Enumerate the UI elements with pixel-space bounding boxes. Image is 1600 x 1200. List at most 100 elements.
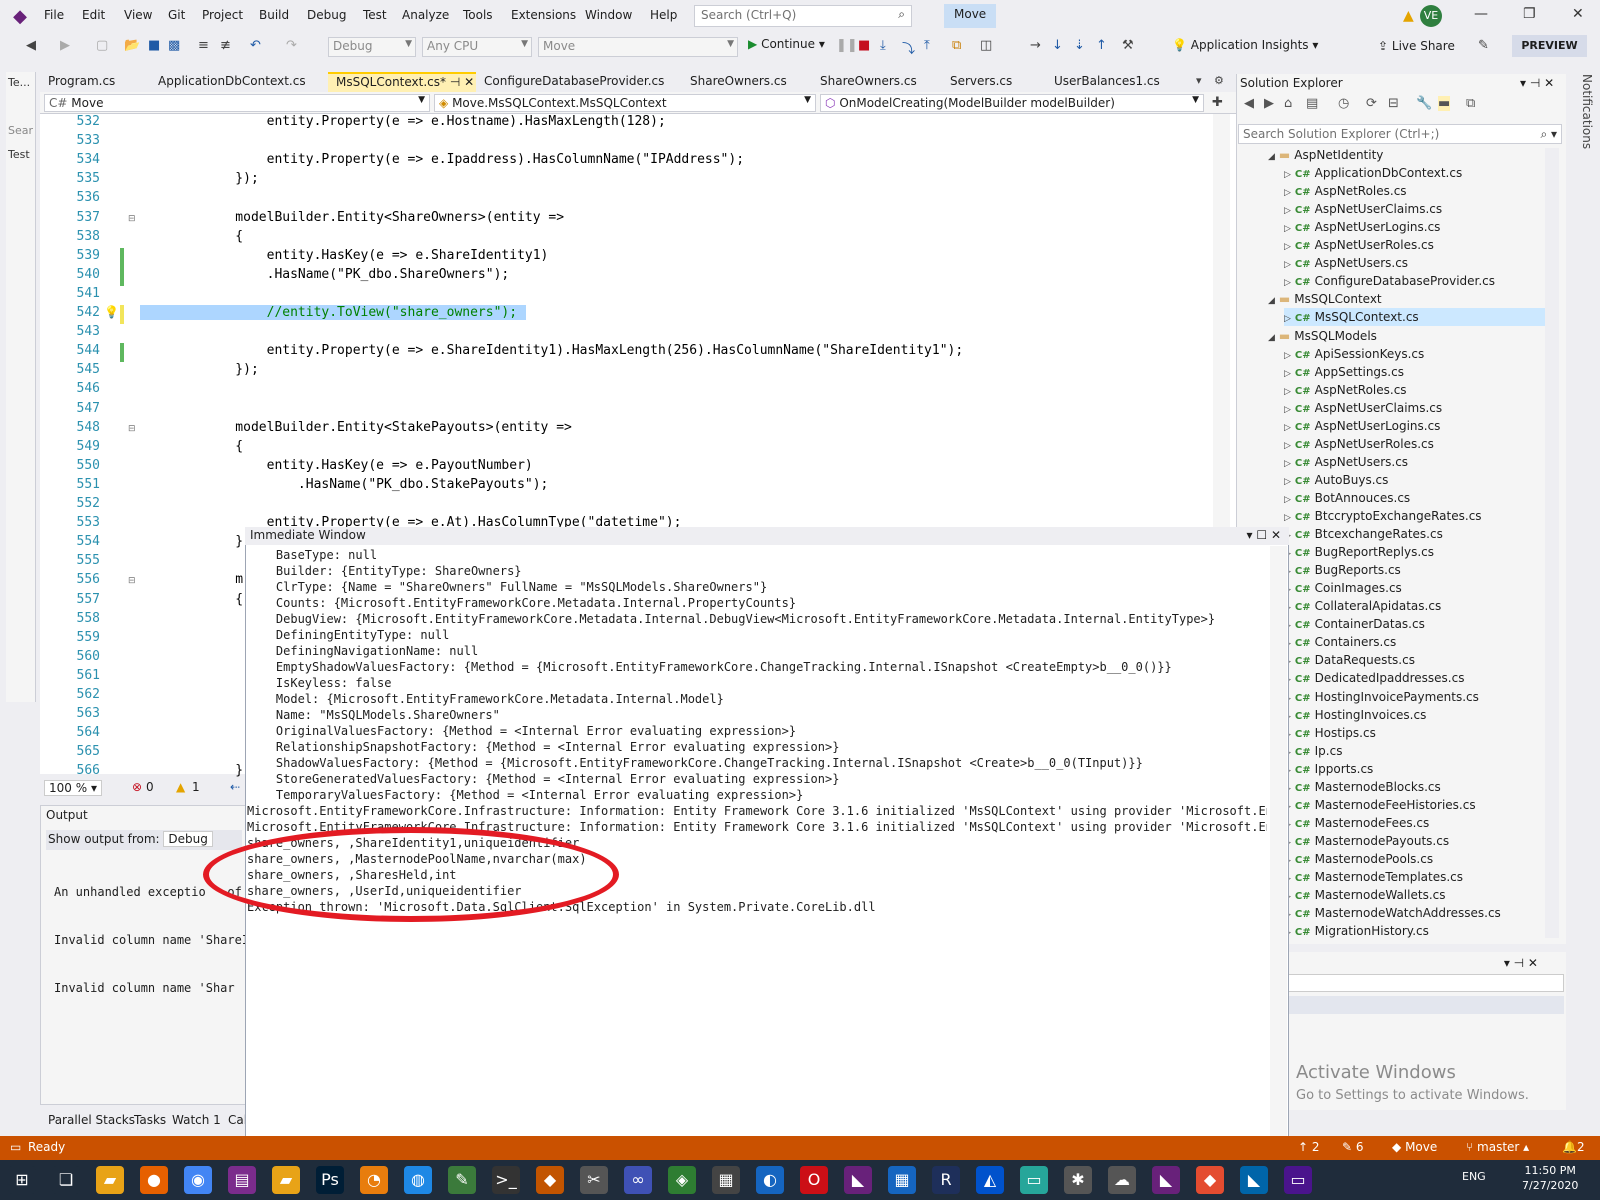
menu-file[interactable]: File (44, 8, 64, 22)
menu-view[interactable]: View (124, 8, 152, 22)
new-project-icon[interactable]: ▢ (96, 38, 108, 53)
tree-file[interactable]: ▷ C# AspNetUsers.cs (1284, 453, 1408, 471)
tree-file[interactable]: ▷ C# AutoBuys.cs (1284, 471, 1388, 489)
close-icon[interactable]: ✕ (1572, 6, 1584, 22)
code-line[interactable]: entity.HasKey(e => e.ShareIdentity1) (204, 248, 549, 263)
preview-button[interactable]: PREVIEW (1512, 35, 1587, 57)
class-dropdown[interactable]: ◈ Move.MsSQLContext.MsSQLContext ▼ (434, 94, 816, 112)
expand-arrow-icon[interactable]: ▷ (1284, 188, 1291, 198)
expanded-arrow-icon[interactable]: ◢ (1268, 333, 1275, 343)
step-down-icon[interactable]: ↓ (1052, 38, 1063, 53)
settings-gear-icon[interactable]: ⚙ (1214, 74, 1224, 87)
photoshop-icon[interactable]: Ps (316, 1166, 344, 1194)
lightbulb-icon[interactable]: 💡 (104, 305, 119, 319)
expand-arrow-icon[interactable]: ▷ (1284, 423, 1291, 433)
continue-button[interactable]: ▶ Continue ▾ (748, 37, 825, 51)
startup-project-select[interactable]: Move ▼ (538, 37, 738, 57)
tree-file[interactable]: ▷C#DataRequests.cs (1284, 651, 1415, 669)
menu-help[interactable]: Help (650, 8, 677, 22)
pause-icon[interactable]: ❚❚ (836, 38, 858, 53)
tree-file[interactable]: ▷C#CollateralApidatas.cs (1284, 597, 1441, 615)
back-icon[interactable]: ◀ (1244, 96, 1254, 111)
search-input[interactable]: Search (Ctrl+Q) ⌕ (694, 5, 912, 27)
sync-icon[interactable]: ⟳ (1366, 96, 1377, 111)
step-into-2-icon[interactable]: ⇣ (1074, 38, 1085, 53)
tree-file[interactable]: ▷C#BugReports.cs (1284, 561, 1401, 579)
arrow-right-icon[interactable]: → (1030, 38, 1041, 53)
tree-file[interactable]: ▷ C# AspNetUserLogins.cs (1284, 218, 1440, 236)
tab-mssqlcontext[interactable]: MsSQLContext.cs* ⊣ ✕ (328, 72, 476, 92)
menu-analyze[interactable]: Analyze (402, 8, 449, 22)
menu-tools[interactable]: Tools (463, 8, 493, 22)
back-icon[interactable]: ◀ (26, 38, 36, 53)
code-line[interactable]: { (204, 229, 243, 244)
vs-active-icon[interactable]: ◣ (1152, 1166, 1180, 1194)
tree-file[interactable]: ▷ C# AspNetUserClaims.cs (1284, 399, 1442, 417)
code-line[interactable]: entity.Property(e => e.Hostname).HasMaxL… (204, 114, 666, 129)
menu-window[interactable]: Window (585, 8, 632, 22)
hot-reload-icon[interactable]: ⧉ (952, 38, 961, 53)
tool2-icon[interactable]: ◐ (756, 1166, 784, 1194)
solution-explorer-scrollbar[interactable] (1545, 148, 1559, 938)
puzzle-icon[interactable]: ◈ (668, 1166, 696, 1194)
expand-arrow-icon[interactable]: ▷ (1284, 278, 1291, 288)
expand-arrow-icon[interactable]: ▷ (1284, 369, 1291, 379)
restore-icon[interactable]: ❐ (1523, 6, 1536, 22)
r-icon[interactable]: R (932, 1166, 960, 1194)
notifications-tab[interactable]: Notifications (1574, 74, 1594, 174)
expand-arrow-icon[interactable]: ▷ (1284, 387, 1291, 397)
windows-start-icon[interactable]: ⊞ (8, 1166, 36, 1194)
opera-icon[interactable]: O (800, 1166, 828, 1194)
language-indicator[interactable]: ENG (1462, 1170, 1486, 1183)
test-explorer-tab[interactable]: Te... (8, 76, 30, 89)
zoom-select[interactable]: 100 % ▾ (44, 780, 102, 796)
uncomment-icon[interactable]: ≢ (220, 38, 231, 53)
code-line[interactable]: } (204, 763, 243, 778)
tab-program[interactable]: Program.cs (40, 72, 123, 92)
code-line[interactable]: } (204, 534, 243, 549)
tree-file[interactable]: ▷C#Ip.cs (1284, 742, 1342, 760)
platform-select[interactable]: Any CPU ▼ (422, 37, 532, 57)
solution-explorer-search[interactable]: Search Solution Explorer (Ctrl+;) ⌕ ▾ (1238, 124, 1562, 144)
step-out-icon[interactable]: ⤒ (924, 38, 930, 53)
tree-file[interactable]: ▷ C# BotAnnouces.cs (1284, 489, 1410, 507)
tree-folder[interactable]: ◢ ▬ MsSQLContext (1268, 290, 1382, 308)
tree-file[interactable]: ▷C#MasternodeBlocks.cs (1284, 778, 1441, 796)
screenshot-icon[interactable]: ◫ (980, 38, 992, 53)
tab-applicationdbcontext[interactable]: ApplicationDbContext.cs (150, 72, 314, 92)
tree-file[interactable]: ▷C#MasternodePools.cs (1284, 850, 1433, 868)
tree-file[interactable]: ▷C#DedicatedIpaddresses.cs (1284, 669, 1464, 687)
warning-icon[interactable]: ▲ (1403, 8, 1414, 24)
fold-toggle-icon[interactable]: ⊟ (128, 576, 136, 586)
split-icon[interactable]: ✚ (1212, 95, 1223, 110)
comment-icon[interactable]: ≡ (198, 38, 209, 53)
tree-file[interactable]: ▷C#MasternodeWallets.cs (1284, 886, 1445, 904)
code-line[interactable]: { (204, 439, 243, 454)
folder-icon[interactable]: ▰ (272, 1166, 300, 1194)
branch-button[interactable]: ⑂ master ▴ (1466, 1140, 1529, 1154)
undo-icon[interactable]: ↶ (250, 38, 261, 53)
open-icon[interactable]: 📂 (124, 38, 140, 53)
show-all-files-icon[interactable]: ⧉ (1466, 96, 1475, 111)
tab-dropdown-icon[interactable]: ▾ (1196, 74, 1202, 87)
step-into-icon[interactable]: ⤓ (880, 38, 886, 53)
tree-file[interactable]: ▷ C# AspNetUserRoles.cs (1284, 435, 1434, 453)
notifications-bell[interactable]: 🔔2 (1562, 1140, 1585, 1154)
tree-folder[interactable]: ◢ ▬ AspNetIdentity (1268, 146, 1383, 164)
sourcetree-icon[interactable]: ◭ (976, 1166, 1004, 1194)
tree-file[interactable]: ▷C#Containers.cs (1284, 633, 1396, 651)
cloud-icon[interactable]: ☁ (1108, 1166, 1136, 1194)
minimize-icon[interactable]: — (1474, 6, 1488, 22)
tab-parallel-stacks[interactable]: Parallel Stacks (48, 1113, 135, 1127)
expand-arrow-icon[interactable]: ▷ (1284, 242, 1291, 252)
close-tab-icon[interactable]: ✕ (464, 75, 474, 89)
tree-file[interactable]: ▷C#MasternodeFeeHistories.cs (1284, 796, 1476, 814)
fold-toggle-icon[interactable]: ⊟ (128, 424, 136, 434)
project-dropdown[interactable]: C# Move ▼ (44, 94, 430, 112)
tree-file[interactable]: ▷C#HostingInvoicePayments.cs (1284, 688, 1479, 706)
avatar[interactable]: VE (1420, 5, 1442, 27)
expand-arrow-icon[interactable]: ▷ (1284, 351, 1291, 361)
warning-count-icon[interactable]: ▲ (176, 780, 185, 794)
switch-views-icon[interactable]: ▤ (1306, 96, 1318, 111)
expand-arrow-icon[interactable]: ▷ (1284, 314, 1291, 324)
